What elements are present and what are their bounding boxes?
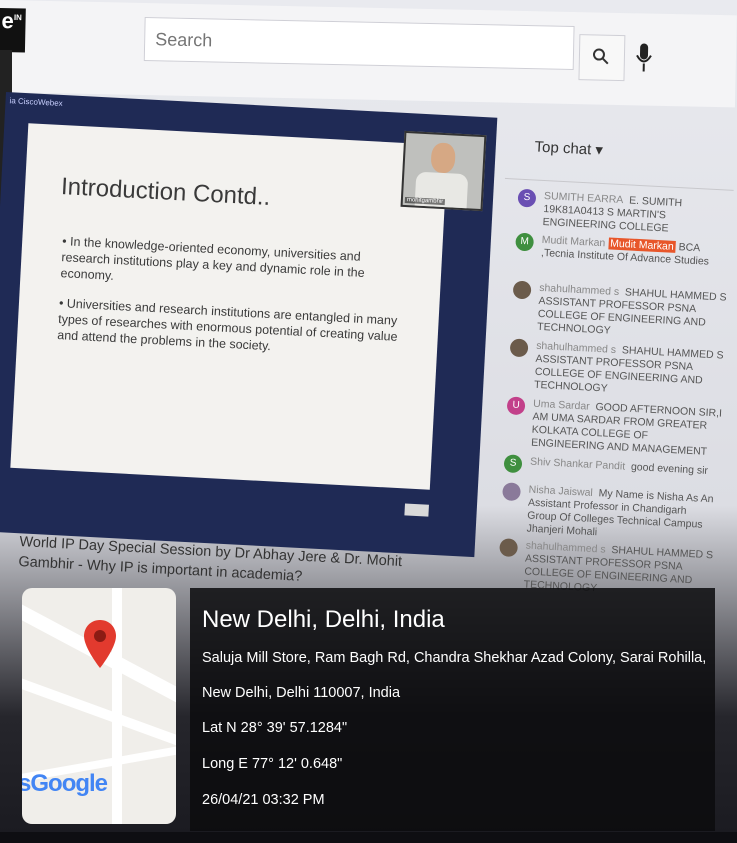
presenter-head xyxy=(430,142,456,174)
browser-header: eIN xyxy=(0,0,737,108)
location-pin-icon xyxy=(84,620,116,668)
avatar xyxy=(502,482,522,502)
chat-divider xyxy=(504,177,734,191)
address-line-2: New Delhi, Delhi 110007, India xyxy=(202,685,401,701)
avatar: M xyxy=(515,232,535,252)
timestamp: 26/04/21 03:32 PM xyxy=(202,792,325,808)
longitude: Long E 77° 12' 0.648" xyxy=(202,756,343,772)
google-logo: sGoogle xyxy=(22,770,108,797)
slide-bullet-1: • In the knowledge-oriented economy, uni… xyxy=(60,234,366,283)
chat-author: Shiv Shankar Pandit xyxy=(529,455,626,473)
presentation-slide: Introduction Contd.. • In the knowledge-… xyxy=(10,123,448,490)
search-icon xyxy=(592,48,609,65)
chat-message: S SUMITH EARRA E. SUMITH 19K81A0413 S MA… xyxy=(517,188,728,235)
presenter-label: mohitgambhir xyxy=(404,197,446,206)
slide-bullet-2: • Universities and research institutions… xyxy=(56,296,398,354)
player-control[interactable] xyxy=(404,503,429,517)
avatar: U xyxy=(506,396,526,416)
search-box[interactable] xyxy=(143,17,575,71)
presenter-thumbnail: mohitgambhir xyxy=(400,130,487,212)
avatar xyxy=(499,538,519,558)
chat-message: shahulhammed s SHAHUL HAMMED S ASSISTANT… xyxy=(512,280,727,337)
avatar: S xyxy=(503,454,523,474)
photo: eIN ia CiscoWebex Introduction Contd.. •… xyxy=(0,0,737,843)
location-overlay: New Delhi, Delhi, India Saluja Mill Stor… xyxy=(190,588,715,831)
location-map: sGoogle xyxy=(22,588,176,824)
chat-panel: Top chat ▾ S SUMITH EARRA E. SUMITH 19K8… xyxy=(483,120,737,611)
video-player[interactable]: ia CiscoWebex Introduction Contd.. • In … xyxy=(0,92,498,558)
site-logo-fragment[interactable]: eIN xyxy=(0,7,26,53)
address-line-1: Saluja Mill Store, Ram Bagh Rd, Chandra … xyxy=(202,650,707,666)
chat-text: good evening sir xyxy=(630,460,709,477)
avatar: S xyxy=(517,188,537,208)
chat-filter-dropdown[interactable]: Top chat ▾ xyxy=(534,137,603,159)
app-tag: ia CiscoWebex xyxy=(9,96,63,108)
slide-title: Introduction Contd.. xyxy=(60,173,272,211)
search-button[interactable] xyxy=(578,34,626,82)
bottom-edge xyxy=(0,832,737,843)
search-input[interactable] xyxy=(144,18,574,70)
avatar xyxy=(509,338,529,358)
location-title: New Delhi, Delhi, India xyxy=(202,606,445,633)
chat-message: Nisha Jaiswal My Name is Nisha As An Ass… xyxy=(502,482,714,538)
microphone-icon[interactable] xyxy=(635,41,654,73)
latitude: Lat N 28° 39' 57.1284" xyxy=(202,720,348,736)
avatar xyxy=(512,280,532,300)
